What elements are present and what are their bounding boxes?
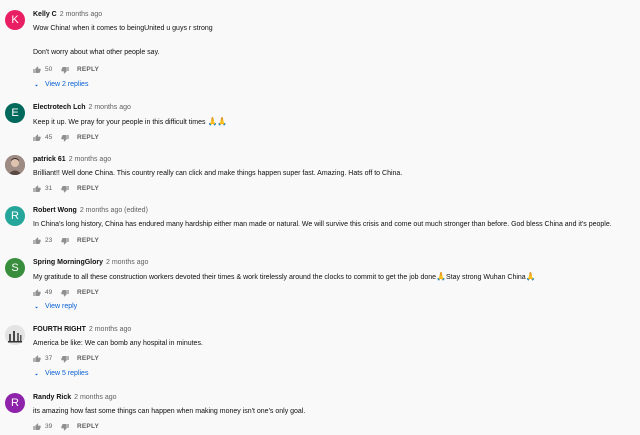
reply-button[interactable]: REPLY [77, 184, 99, 194]
like-count: 50 [45, 66, 53, 73]
comment-header: Spring MorningGlory 2 months ago [33, 258, 148, 268]
reply-button[interactable]: REPLY [77, 422, 99, 432]
comment-time[interactable]: 2 months ago [89, 326, 131, 333]
thumbs-up-icon[interactable] [33, 66, 41, 74]
reply-button[interactable]: REPLY [77, 236, 99, 246]
comment-text: My gratitude to all these construction w… [33, 272, 536, 283]
author-name[interactable]: patrick 61 [33, 156, 66, 163]
chevron-down-icon [33, 82, 40, 89]
comment-header: FOURTH RIGHT 2 months ago [33, 325, 131, 335]
author-name[interactable]: FOURTH RIGHT [33, 326, 86, 333]
comment-header: Kelly C2 months ago [33, 10, 102, 20]
comment-actions: 49 REPLY [33, 288, 99, 298]
comment-time[interactable]: 2 months ago [60, 11, 102, 18]
comment-text: In China's long history, China has endur… [33, 220, 612, 230]
like-count: 31 [45, 185, 53, 192]
comment-actions: 50 REPLY [33, 65, 99, 75]
thumbs-up-icon[interactable] [33, 289, 41, 297]
comment-time[interactable]: 2 months ago [106, 259, 148, 266]
chevron-down-icon [33, 371, 40, 378]
reply-button[interactable]: REPLY [77, 354, 99, 364]
comment-line: its amazing how fast some things can hap… [33, 408, 306, 415]
like-count: 23 [45, 237, 53, 244]
praying-hands-emoji: 🙏 [436, 272, 447, 281]
author-name[interactable]: Electrotech Lch [33, 104, 86, 111]
author-name[interactable]: Kelly C [33, 11, 57, 18]
thumbs-down-icon[interactable] [61, 134, 69, 142]
comment-line: My gratitude to all these construction w… [33, 274, 437, 281]
comment-text: Wow China! when it comes to beingUnited … [33, 24, 213, 58]
comment-actions: 45 REPLY [33, 133, 99, 143]
thumbs-down-icon[interactable] [61, 289, 69, 297]
profile-photo-icon [5, 155, 25, 175]
thumbs-up-icon[interactable] [33, 134, 41, 142]
comment-line: Stay strong Wuhan China [446, 274, 526, 281]
comment-text: Brilliant!! Well done China. This countr… [33, 169, 402, 179]
comment-text: Keep it up. We pray for your people in t… [33, 117, 227, 128]
avatar[interactable]: S [5, 258, 25, 278]
comment-line: Brilliant!! Well done China. This countr… [33, 170, 403, 177]
comment-actions: 39 REPLY [33, 422, 99, 432]
thumbs-down-icon[interactable] [61, 423, 69, 431]
avatar[interactable]: R [5, 206, 25, 226]
thumbs-up-icon[interactable] [33, 423, 41, 431]
avatar[interactable] [5, 325, 25, 345]
thumbs-down-icon[interactable] [61, 237, 69, 245]
praying-hands-emoji: 🙏🙏 [207, 117, 228, 126]
view-replies-button[interactable]: View 2 replies [33, 80, 88, 91]
thumbs-up-icon[interactable] [33, 237, 41, 245]
thumbs-down-icon[interactable] [61, 355, 69, 363]
comment-header: patrick 61 2 months ago [33, 155, 111, 165]
view-replies-button[interactable]: View reply [33, 302, 77, 313]
reply-button[interactable]: REPLY [77, 133, 99, 143]
comment-line: In China's long history, China has endur… [33, 221, 612, 228]
praying-hands-emoji: 🙏 [525, 272, 536, 281]
comment-time[interactable]: 2 months ago [74, 394, 116, 401]
profile-photo-icon [5, 325, 25, 345]
comment-text: America be like: We can bomb any hospita… [33, 339, 203, 349]
comment-header: Robert Wong 2 months ago (edited) [33, 206, 148, 216]
comment-line: America be like: We can bomb any hospita… [33, 340, 203, 347]
thumbs-up-icon[interactable] [33, 355, 41, 363]
view-replies-button[interactable]: View 5 replies [33, 369, 88, 380]
like-count: 37 [45, 355, 53, 362]
chevron-down-icon [33, 304, 40, 311]
avatar[interactable] [5, 155, 25, 175]
like-count: 45 [45, 134, 53, 141]
comment-text: its amazing how fast some things can hap… [33, 407, 305, 417]
thumbs-up-icon[interactable] [33, 185, 41, 193]
comment-time[interactable]: 2 months ago (edited) [80, 207, 148, 214]
avatar[interactable]: R [5, 393, 25, 413]
like-count: 39 [45, 423, 53, 430]
comment-time[interactable]: 2 months ago [69, 156, 111, 163]
author-name[interactable]: Randy Rick [33, 394, 71, 401]
comment-actions: 23 REPLY [33, 236, 99, 246]
comment-time[interactable]: 2 months ago [89, 104, 131, 111]
avatar[interactable]: K [5, 10, 25, 30]
reply-button[interactable]: REPLY [77, 65, 99, 75]
thumbs-down-icon[interactable] [61, 185, 69, 193]
comment-header: Randy Rick 2 months ago [33, 393, 117, 403]
reply-button[interactable]: REPLY [77, 288, 99, 298]
avatar[interactable]: E [5, 103, 25, 123]
author-name[interactable]: Spring MorningGlory [33, 259, 103, 266]
thumbs-down-icon[interactable] [61, 66, 69, 74]
author-name[interactable]: Robert Wong [33, 207, 77, 214]
comment-header: Electrotech Lch 2 months ago [33, 103, 131, 113]
comment-actions: 31 REPLY [33, 184, 99, 194]
comment-line: Wow China! when it comes to beingUnited … [33, 25, 213, 32]
comment-line: Don't worry about what other people say. [33, 49, 160, 56]
like-count: 49 [45, 289, 53, 296]
comment-line: Keep it up. We pray for your people in t… [33, 119, 206, 126]
comment-actions: 37 REPLY [33, 354, 99, 364]
